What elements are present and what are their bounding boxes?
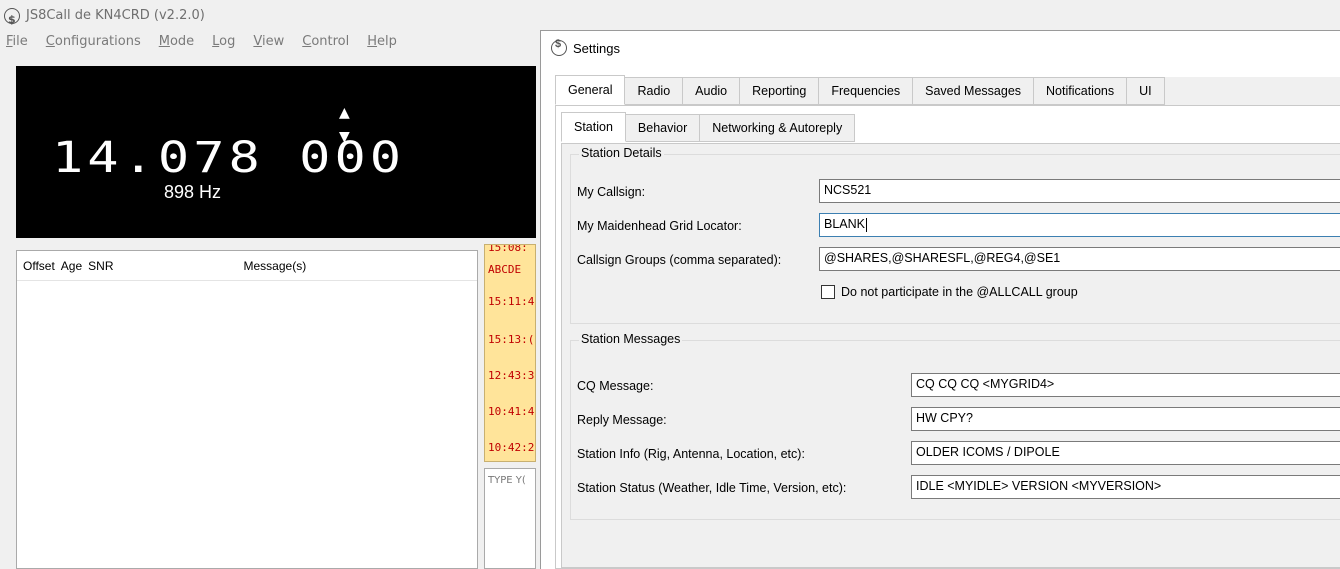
station-messages-title: Station Messages (579, 332, 683, 346)
tx-placeholder: TYPE Y( (488, 475, 526, 486)
station-info-input[interactable]: OLDER ICOMS / DIPOLE (911, 441, 1340, 465)
menu-file[interactable]: File (6, 34, 28, 56)
station-info-label: Station Info (Rig, Antenna, Location, et… (577, 447, 805, 461)
frequency-display: 14.078 000 ▲ ▼ 898 Hz (16, 66, 536, 238)
text-caret (866, 217, 867, 232)
settings-logo-icon (551, 38, 567, 56)
menu-mode[interactable]: Mode (159, 34, 194, 56)
tab-ui[interactable]: UI (1127, 77, 1165, 105)
settings-tabbar: General Radio Audio Reporting Frequencie… (555, 75, 1340, 105)
rx-line: 15:13:( (488, 333, 535, 346)
menu-help[interactable]: Help (367, 34, 397, 56)
tab-general[interactable]: General (555, 75, 626, 105)
rx-line: 10:41:4 (488, 405, 535, 418)
rx-line: ABCDE (488, 263, 522, 276)
callsign-label: My Callsign: (577, 185, 646, 199)
column-snr[interactable]: SNR (82, 259, 113, 273)
callsign-groups-input[interactable]: @SHARES,@SHARESFL,@REG4,@SE1 (819, 247, 1340, 271)
callsign-input[interactable]: NCS521 (819, 179, 1340, 203)
menu-bar: File Configurations Mode Log View Contro… (6, 34, 415, 56)
station-details-title: Station Details (579, 146, 664, 160)
station-status-input[interactable]: IDLE <MYIDLE> VERSION <MYVERSION> (911, 475, 1340, 499)
rx-line: 10:42:2 (488, 441, 535, 454)
grid-locator-value: BLANK (824, 217, 865, 231)
menu-configurations[interactable]: Configurations (46, 34, 141, 56)
column-messages[interactable]: Message(s) (114, 259, 478, 273)
general-tab-pane: Station Behavior Networking & Autoreply … (555, 105, 1340, 569)
tx-message-input[interactable]: TYPE Y( (484, 468, 536, 569)
subtab-networking-autoreply[interactable]: Networking & Autoreply (700, 114, 856, 142)
column-age[interactable]: Age (55, 259, 82, 273)
cq-message-label: CQ Message: (577, 379, 654, 393)
station-details-group: Station Details My Callsign: NCS521 My M… (570, 146, 1340, 324)
station-pane: Station Details My Callsign: NCS521 My M… (561, 143, 1340, 568)
cq-message-input[interactable]: CQ CQ CQ <MYGRID4> (911, 373, 1340, 397)
main-window-title-text: JS8Call de KN4CRD (v2.2.0) (26, 8, 205, 23)
menu-view[interactable]: View (253, 34, 284, 56)
dial-frequency: 14.078 000 (52, 133, 406, 183)
frequency-down-icon[interactable]: ▼ (339, 130, 350, 144)
rx-line: 12:43:3 (488, 369, 535, 382)
rx-line: 15:08: (488, 244, 528, 254)
reply-message-label: Reply Message: (577, 413, 667, 427)
audio-offset: 898 Hz (164, 182, 222, 202)
band-activity-table[interactable]: Offset Age SNR Message(s) (16, 250, 478, 569)
tab-radio[interactable]: Radio (625, 77, 684, 105)
station-messages-group: Station Messages CQ Message: CQ CQ CQ <M… (570, 332, 1340, 520)
menu-control[interactable]: Control (302, 34, 349, 56)
general-subtabbar: Station Behavior Networking & Autoreply (561, 112, 856, 142)
frequency-stepper[interactable]: ▲ ▼ (339, 106, 350, 144)
rx-line: 15:11:4 (488, 295, 535, 308)
rx-activity-panel[interactable]: 15:08: ABCDE 15:11:4 15:13:( 12:43:3 10:… (484, 244, 536, 462)
frequency-up-icon[interactable]: ▲ (339, 106, 350, 120)
tab-frequencies[interactable]: Frequencies (819, 77, 914, 105)
tab-audio[interactable]: Audio (683, 77, 741, 105)
tab-notifications[interactable]: Notifications (1034, 77, 1128, 105)
reply-message-input[interactable]: HW CPY? (911, 407, 1340, 431)
column-offset[interactable]: Offset (17, 259, 55, 273)
subtab-behavior[interactable]: Behavior (625, 114, 701, 142)
grid-locator-label: My Maidenhead Grid Locator: (577, 219, 742, 233)
menu-log[interactable]: Log (212, 34, 235, 56)
settings-title-bar[interactable]: Settings (541, 31, 1340, 65)
callsign-groups-label: Callsign Groups (comma separated): (577, 253, 782, 267)
grid-locator-input[interactable]: BLANK (819, 213, 1340, 237)
tab-reporting[interactable]: Reporting (740, 77, 820, 105)
allcall-label[interactable]: Do not participate in the @ALLCALL group (841, 285, 1078, 299)
main-window-title: JS8Call de KN4CRD (v2.2.0) (4, 2, 205, 34)
settings-body: General Radio Audio Reporting Frequencie… (555, 75, 1340, 569)
station-status-label: Station Status (Weather, Idle Time, Vers… (577, 481, 847, 495)
allcall-checkbox[interactable] (821, 285, 835, 299)
band-activity-header: Offset Age SNR Message(s) (17, 251, 477, 281)
settings-title: Settings (573, 40, 620, 56)
subtab-station[interactable]: Station (561, 112, 626, 142)
settings-dialog: Settings General Radio Audio Reporting F… (540, 30, 1340, 569)
js8call-logo-icon (4, 6, 20, 34)
tab-saved-messages[interactable]: Saved Messages (913, 77, 1035, 105)
